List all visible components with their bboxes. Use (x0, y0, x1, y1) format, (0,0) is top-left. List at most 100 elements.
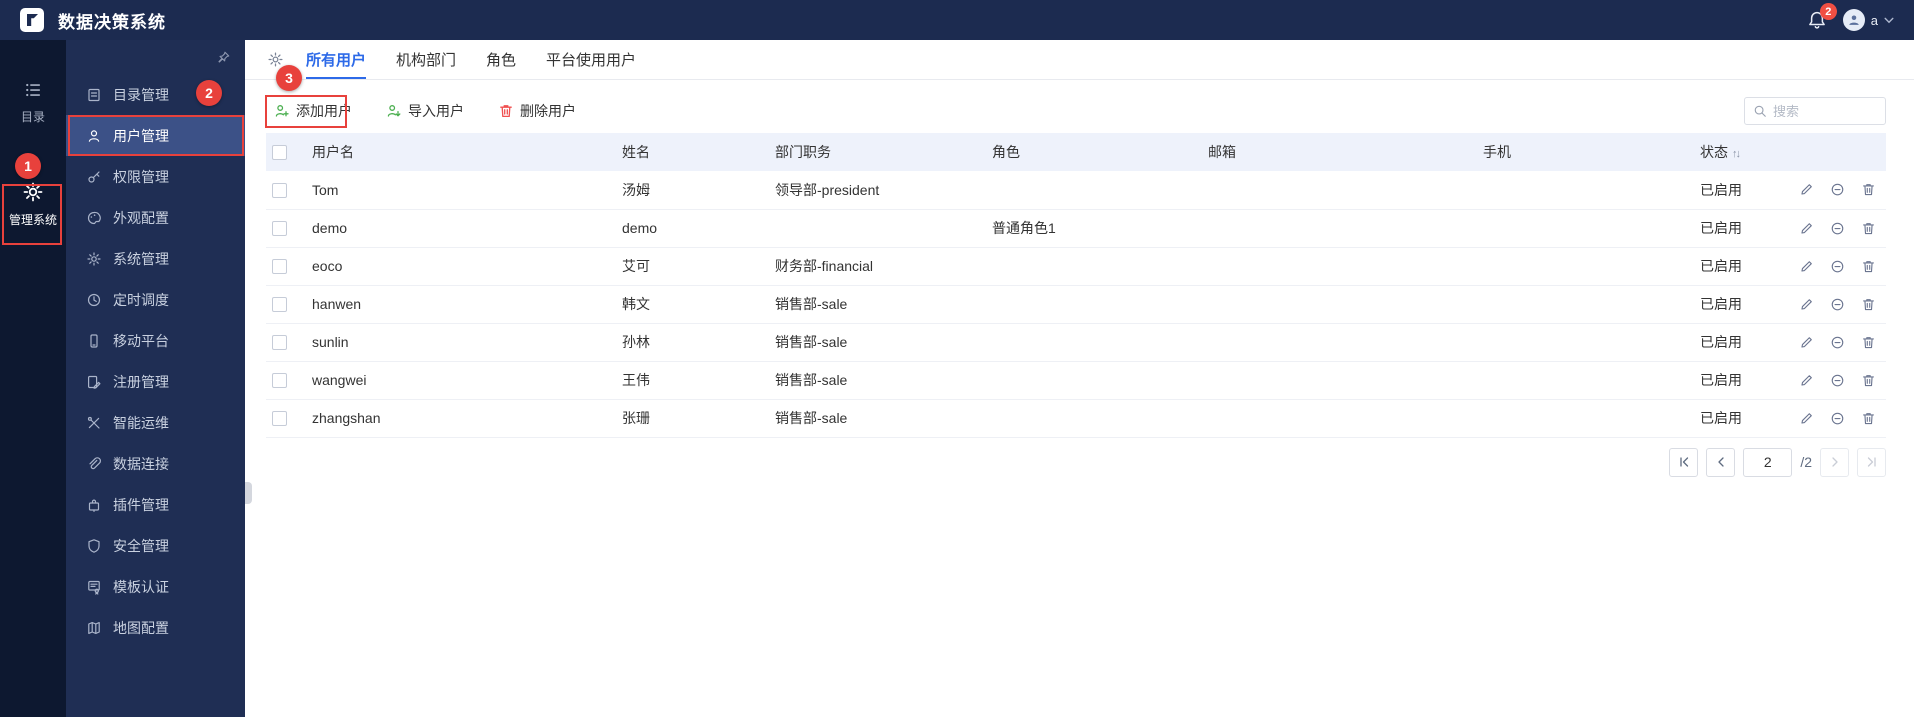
delete-icon[interactable] (1861, 259, 1876, 274)
disable-icon[interactable] (1830, 373, 1845, 388)
tab-departments[interactable]: 机构部门 (396, 40, 456, 79)
sidebar-item-system-management[interactable]: 系统管理 (66, 238, 245, 279)
sidebar-item-user-management[interactable]: 用户管理 (66, 115, 245, 156)
cell-role (986, 247, 1202, 285)
mobile-icon (86, 333, 102, 349)
edit-icon[interactable] (1799, 297, 1814, 312)
header-status-label: 状态 (1700, 144, 1728, 160)
cell-name: 汤姆 (622, 181, 650, 198)
sidebar-item-label: 用户管理 (113, 127, 169, 144)
row-checkbox[interactable] (272, 259, 287, 275)
edit-icon[interactable] (1799, 373, 1814, 388)
edit-icon[interactable] (1799, 182, 1814, 197)
sidebar-item-security-management[interactable]: 安全管理 (66, 525, 245, 566)
search-input[interactable] (1773, 103, 1877, 119)
pin-icon[interactable] (216, 50, 231, 65)
import-user-button[interactable]: 导入用户 (378, 96, 472, 126)
row-checkbox[interactable] (272, 373, 287, 389)
sidebar-item-map-config[interactable]: 地图配置 (66, 607, 245, 648)
cell-username: demo (312, 220, 348, 236)
delete-icon[interactable] (1861, 411, 1876, 426)
cell-phone (1477, 323, 1694, 361)
tab-all-users[interactable]: 所有用户 (306, 40, 367, 79)
sidebar-item-permission-management[interactable]: 权限管理 (66, 156, 245, 197)
edit-icon[interactable] (1799, 411, 1814, 426)
delete-icon[interactable] (1861, 373, 1876, 388)
cell-department: 财务部-financial (775, 258, 874, 274)
users-content: 添加用户 导入用户 删除用户 搜索 用户名 姓名 部门职务 角色 邮箱 手机 状… (245, 80, 1914, 717)
delete-icon[interactable] (1861, 221, 1876, 236)
sidebar-item-appearance-config[interactable]: 外观配置 (66, 197, 245, 238)
sidebar-item-label: 模板认证 (113, 578, 169, 595)
cell-email (1202, 247, 1477, 285)
disable-icon[interactable] (1830, 335, 1845, 350)
rail-item-admin-system[interactable]: 管理系统 (9, 181, 57, 228)
sidebar-item-data-connection[interactable]: 数据连接 (66, 443, 245, 484)
delete-icon[interactable] (1861, 182, 1876, 197)
row-checkbox[interactable] (272, 335, 287, 351)
header-name: 姓名 (622, 144, 650, 160)
sidebar-item-template-auth[interactable]: 模板认证 (66, 566, 245, 607)
sidebar-item-label: 定时调度 (113, 291, 169, 308)
prev-page-button[interactable] (1706, 447, 1736, 477)
edit-icon[interactable] (1799, 221, 1814, 236)
total-pages-label: /2 (1800, 454, 1812, 470)
delete-user-button[interactable]: 删除用户 (490, 96, 584, 126)
sidebar-item-label: 目录管理 (113, 86, 169, 103)
sidebar-item-mobile-platform[interactable]: 移动平台 (66, 320, 245, 361)
sidebar-resize-handle[interactable] (245, 482, 252, 504)
notification-bell-icon[interactable]: 2 (1807, 3, 1837, 30)
tab-platform-users[interactable]: 平台使用用户 (546, 40, 636, 79)
directory-icon (23, 80, 43, 100)
cell-username: Tom (312, 181, 339, 198)
cell-department: 销售部-sale (775, 372, 848, 388)
disable-icon[interactable] (1830, 182, 1845, 197)
sort-icon[interactable]: ↑↓ (1732, 148, 1741, 160)
cell-name: demo (622, 220, 658, 236)
header-status[interactable]: 状态 ↑↓ (1694, 133, 1794, 171)
sidebar-item-intelligent-ops[interactable]: 智能运维 (66, 402, 245, 443)
cell-department: 销售部-sale (775, 296, 848, 312)
cell-status: 已启用 (1700, 296, 1742, 312)
page-number-input[interactable] (1743, 447, 1793, 477)
next-page-button[interactable] (1820, 447, 1849, 477)
sidebar-item-catalog-management[interactable]: 目录管理 (66, 74, 245, 115)
cell-role (986, 171, 1202, 209)
key-icon (86, 169, 102, 185)
cell-department: 领导部-president (775, 181, 880, 198)
sidebar-item-registration-management[interactable]: 注册管理 (66, 361, 245, 402)
row-checkbox[interactable] (272, 411, 287, 427)
edit-icon[interactable] (1799, 335, 1814, 350)
disable-icon[interactable] (1830, 297, 1845, 312)
cell-role (986, 323, 1202, 361)
row-checkbox[interactable] (272, 221, 287, 237)
cell-phone (1477, 209, 1694, 247)
sidebar-item-label: 权限管理 (113, 168, 169, 185)
row-checkbox[interactable] (272, 183, 287, 199)
delete-icon[interactable] (1861, 335, 1876, 350)
delete-icon[interactable] (1861, 297, 1876, 312)
cell-username: eoco (312, 258, 343, 274)
last-page-button[interactable] (1857, 447, 1886, 477)
table-row: eoco 艾可 财务部-financial 已启用 (266, 247, 1886, 285)
tab-roles[interactable]: 角色 (486, 40, 516, 79)
edit-icon[interactable] (1799, 259, 1814, 274)
gear-icon (22, 181, 44, 203)
sidebar-item-schedule[interactable]: 定时调度 (66, 279, 245, 320)
disable-icon[interactable] (1830, 411, 1845, 426)
sidebar-item-plugin-management[interactable]: 插件管理 (66, 484, 245, 525)
disable-icon[interactable] (1830, 221, 1845, 236)
add-user-button[interactable]: 添加用户 (266, 96, 360, 126)
first-page-button[interactable] (1669, 447, 1699, 477)
rail-item-directory[interactable]: 目录 (21, 80, 45, 125)
table-row: Tom 汤姆 领导部-president 已启用 (266, 171, 1886, 209)
settings-gear-icon[interactable] (267, 51, 284, 68)
select-all-checkbox[interactable] (272, 145, 287, 161)
user-tabs-bar: 所有用户 机构部门 角色 平台使用用户 (245, 40, 1914, 80)
row-checkbox[interactable] (272, 297, 287, 313)
app-logo (20, 8, 44, 32)
disable-icon[interactable] (1830, 259, 1845, 274)
chevron-down-icon (1884, 17, 1894, 24)
user-menu[interactable]: a (1842, 9, 1894, 31)
shield-icon (86, 538, 102, 554)
